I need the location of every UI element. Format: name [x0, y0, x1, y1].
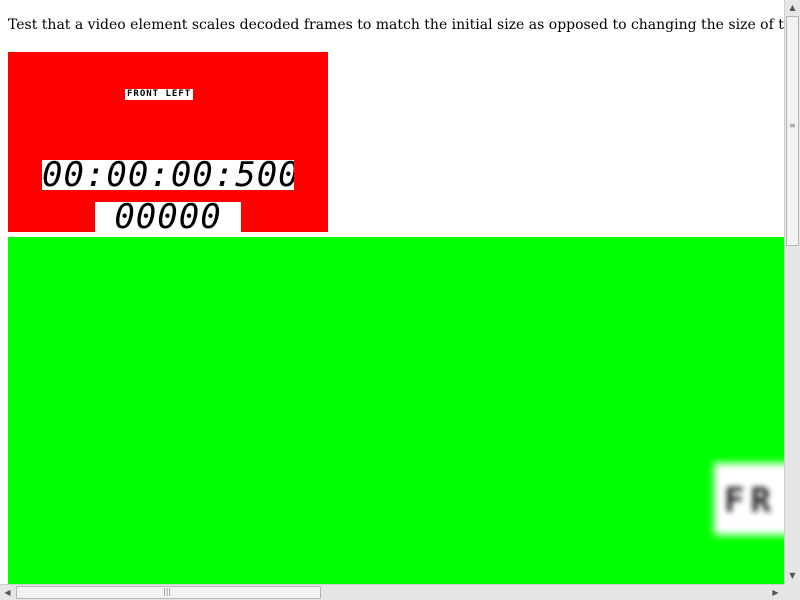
vertical-scrollbar[interactable]: ▲ ≡ ▼ [784, 0, 800, 584]
scrollbar-corner [784, 584, 800, 600]
decoded-video-frame: FRONT LEFT 00:00:00:500 00000 15 [8, 52, 328, 232]
horizontal-scrollbar[interactable]: ◀ ||| ▶ [0, 584, 784, 600]
video-element-top[interactable]: FRONT LEFT 00:00:00:500 00000 15 [8, 52, 784, 236]
frame-counter: 00000 15 [95, 202, 241, 232]
test-description: Test that a video element scales decoded… [8, 17, 784, 33]
scaled-video-element[interactable]: FR [8, 237, 784, 584]
vertical-scroll-thumb[interactable]: ≡ [786, 16, 799, 246]
blurred-label-text: FR [724, 481, 777, 521]
channel-label: FRONT LEFT [125, 89, 194, 100]
timecode-display: 00:00:00:500 [42, 160, 294, 190]
horizontal-grip-icon: ||| [163, 587, 172, 596]
scroll-up-arrow-icon[interactable]: ▲ [785, 0, 800, 15]
page-viewport: Test that a video element scales decoded… [0, 0, 784, 584]
horizontal-scroll-thumb[interactable]: ||| [16, 586, 321, 599]
scroll-right-arrow-icon[interactable]: ▶ [768, 585, 783, 600]
scroll-left-arrow-icon[interactable]: ◀ [0, 585, 15, 600]
scroll-down-arrow-icon[interactable]: ▼ [785, 568, 800, 583]
vertical-grip-icon: ≡ [789, 121, 796, 130]
